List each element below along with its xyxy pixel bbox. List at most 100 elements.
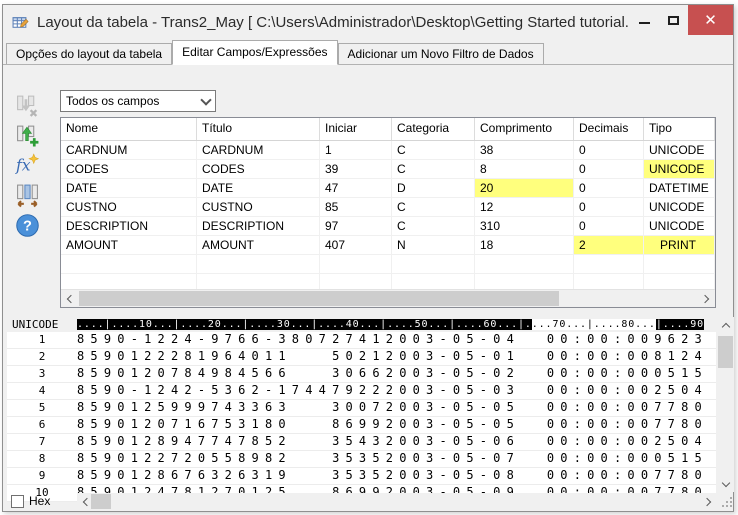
tab-edit-fields-expressions[interactable]: Editar Campos/Expressões: [172, 40, 337, 65]
cell-comprimento[interactable]: 18: [475, 236, 574, 255]
cell-decimais[interactable]: 0: [574, 179, 644, 198]
fields-table-h-scrollbar[interactable]: [61, 289, 715, 307]
shift-field-button[interactable]: [11, 182, 43, 209]
cell-tipo[interactable]: UNICODE: [644, 198, 715, 217]
col-header-titulo[interactable]: Título: [197, 118, 320, 140]
data-row[interactable]: 78590128947747852 35432003-05-06 00:00:0…: [7, 434, 716, 451]
data-row[interactable]: 38590120784984566 30662003-05-02 00:00:0…: [7, 366, 716, 383]
cell-categoria[interactable]: C: [392, 160, 475, 179]
table-row-amount[interactable]: AMOUNT AMOUNT 407 N 18 2 PRINT: [61, 236, 715, 255]
cell-titulo[interactable]: AMOUNT: [197, 236, 320, 255]
cell-iniciar[interactable]: 39: [320, 160, 392, 179]
col-header-iniciar[interactable]: Iniciar: [320, 118, 392, 140]
minimize-button[interactable]: [630, 5, 659, 35]
cell-titulo[interactable]: DATE: [197, 179, 320, 198]
cell-categoria[interactable]: C: [392, 198, 475, 217]
cell-iniciar[interactable]: 47: [320, 179, 392, 198]
cell-tipo[interactable]: PRINT: [644, 236, 715, 255]
data-row[interactable]: 28590122281964011 50212003-05-01 00:00:0…: [7, 349, 716, 366]
cell-decimais[interactable]: 0: [574, 141, 644, 160]
cell-comprimento[interactable]: 38: [475, 141, 574, 160]
col-header-nome[interactable]: Nome: [61, 118, 197, 140]
scroll-right-arrow[interactable]: [698, 290, 715, 307]
cell-comprimento[interactable]: 12: [475, 198, 574, 217]
cell-nome[interactable]: DATE: [61, 179, 197, 198]
cell-decimais[interactable]: 2: [574, 236, 644, 255]
resize-grip-icon[interactable]: [722, 497, 734, 509]
row-text[interactable]: 8590120784984566 30662003-05-02 00:00:00…: [77, 366, 716, 382]
scroll-right-arrow[interactable]: [700, 493, 716, 510]
maximize-button[interactable]: [659, 5, 688, 35]
row-text[interactable]: 8590122720558982 35352003-05-07 00:00:00…: [77, 451, 716, 467]
add-field-button[interactable]: [11, 122, 43, 149]
close-button[interactable]: ✕: [688, 5, 733, 35]
cell-comprimento[interactable]: 310: [475, 217, 574, 236]
data-row[interactable]: 18590-1224-9766-380727412003-05-04 00:00…: [7, 332, 716, 349]
row-text[interactable]: 8590122281964011 50212003-05-01 00:00:00…: [77, 349, 716, 365]
tab-add-new-data-filter[interactable]: Adicionar um Novo Filtro de Dados: [338, 43, 544, 64]
row-text[interactable]: 8590-1242-5362-174479222003-05-03 00:00:…: [77, 383, 716, 399]
help-button[interactable]: ?: [11, 212, 43, 239]
cell-titulo[interactable]: CUSTNO: [197, 198, 320, 217]
data-row[interactable]: 98590128676326319 35352003-05-08 00:00:0…: [7, 468, 716, 485]
table-row-codes[interactable]: CODES CODES 39 C 8 0 UNICODE: [61, 160, 715, 179]
cell-iniciar[interactable]: 407: [320, 236, 392, 255]
cell-categoria[interactable]: D: [392, 179, 475, 198]
cell-tipo[interactable]: UNICODE: [644, 160, 715, 179]
cell-decimais[interactable]: 0: [574, 217, 644, 236]
h-scrollbar-thumb[interactable]: [79, 291, 559, 306]
col-header-categoria[interactable]: Categoria: [392, 118, 475, 140]
v-scrollbar-thumb[interactable]: [718, 336, 733, 368]
col-header-comprimento[interactable]: Comprimento: [475, 118, 574, 140]
scroll-down-arrow[interactable]: [717, 476, 734, 492]
cell-categoria[interactable]: C: [392, 141, 475, 160]
cell-tipo[interactable]: UNICODE: [644, 217, 715, 236]
cell-iniciar[interactable]: 85: [320, 198, 392, 217]
cell-categoria[interactable]: C: [392, 217, 475, 236]
table-row-date[interactable]: DATE DATE 47 D 20 0 DATETIME: [61, 179, 715, 198]
col-header-decimais[interactable]: Decimais: [574, 118, 644, 140]
scroll-up-arrow[interactable]: [717, 317, 734, 333]
data-row[interactable]: 68590120716753180 86992003-05-05 00:00:0…: [7, 417, 716, 434]
cell-comprimento[interactable]: 20: [475, 179, 574, 198]
cell-titulo[interactable]: CARDNUM: [197, 141, 320, 160]
edit-expression-button[interactable]: fx: [11, 152, 43, 179]
h-scrollbar-thumb[interactable]: [91, 494, 111, 509]
row-text[interactable]: 8590125999743363 30072003-05-05 00:00:00…: [77, 400, 716, 416]
row-text[interactable]: 8590-1224-9766-380727412003-05-04 00:00:…: [77, 332, 716, 348]
table-row-cardnum[interactable]: CARDNUM CARDNUM 1 C 38 0 UNICODE: [61, 141, 715, 160]
tab-table-layout-options[interactable]: Opções do layout da tabela: [6, 43, 172, 64]
data-view-v-scrollbar[interactable]: [717, 317, 734, 492]
cell-nome[interactable]: AMOUNT: [61, 236, 197, 255]
field-filter-value: Todos os campos: [61, 94, 197, 108]
data-view-h-scrollbar[interactable]: [77, 493, 716, 510]
data-row[interactable]: 88590122720558982 35352003-05-07 00:00:0…: [7, 451, 716, 468]
cell-titulo[interactable]: DESCRIPTION: [197, 217, 320, 236]
data-row[interactable]: 48590-1242-5362-174479222003-05-03 00:00…: [7, 383, 716, 400]
hex-checkbox[interactable]: [11, 495, 24, 508]
cell-nome[interactable]: CODES: [61, 160, 197, 179]
delete-field-button[interactable]: [11, 92, 43, 119]
cell-comprimento[interactable]: 8: [475, 160, 574, 179]
row-text[interactable]: 8590120716753180 86992003-05-05 00:00:00…: [77, 417, 716, 433]
row-text[interactable]: 8590128676326319 35352003-05-08 00:00:00…: [77, 468, 716, 484]
cell-tipo[interactable]: DATETIME: [644, 179, 715, 198]
cell-nome[interactable]: CUSTNO: [61, 198, 197, 217]
cell-nome[interactable]: CARDNUM: [61, 141, 197, 160]
cell-iniciar[interactable]: 97: [320, 217, 392, 236]
cell-titulo[interactable]: CODES: [197, 160, 320, 179]
cell-categoria[interactable]: N: [392, 236, 475, 255]
cell-decimais[interactable]: 0: [574, 160, 644, 179]
field-filter-select[interactable]: Todos os campos: [60, 90, 216, 112]
data-row[interactable]: 58590125999743363 30072003-05-05 00:00:0…: [7, 400, 716, 417]
cell-tipo[interactable]: UNICODE: [644, 141, 715, 160]
cell-nome[interactable]: DESCRIPTION: [61, 217, 197, 236]
table-row-custno[interactable]: CUSTNO CUSTNO 85 C 12 0 UNICODE: [61, 198, 715, 217]
cell-iniciar[interactable]: 1: [320, 141, 392, 160]
col-header-tipo[interactable]: Tipo: [644, 118, 715, 140]
combo-dropdown-button[interactable]: [197, 99, 215, 104]
cell-decimais[interactable]: 0: [574, 198, 644, 217]
scroll-left-arrow[interactable]: [61, 290, 78, 307]
table-row-description[interactable]: DESCRIPTION DESCRIPTION 97 C 310 0 UNICO…: [61, 217, 715, 236]
row-text[interactable]: 8590128947747852 35432003-05-06 00:00:00…: [77, 434, 716, 450]
